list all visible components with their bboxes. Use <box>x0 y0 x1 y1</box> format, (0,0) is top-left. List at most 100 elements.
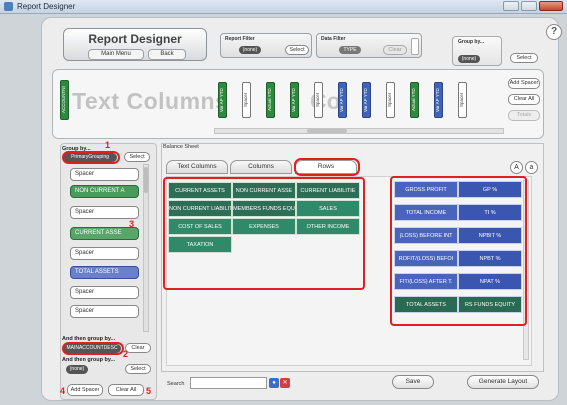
calc-row-cell[interactable]: FIT/(LOSS) AFTER T. <box>394 273 458 290</box>
group-by-top-box: Group by... (none) <box>452 36 502 66</box>
grouping-item[interactable]: TOTAL ASSETS <box>70 266 139 279</box>
text-column-card[interactable]: Spacer <box>242 82 251 118</box>
tab-rows[interactable]: Rows <box>295 160 357 174</box>
report-filter-select-button[interactable]: Select <box>285 45 309 55</box>
row-cell[interactable]: SALES <box>296 200 360 217</box>
then-group-by-1-value: MAINACCOUNTDESC <box>63 344 121 353</box>
clear-search-icon[interactable]: ✕ <box>280 378 290 388</box>
grouping-list-scrollbar[interactable] <box>143 164 149 332</box>
group-by-top-label: Group by... <box>458 39 485 45</box>
calc-row-cell[interactable]: GROSS PROFIT <box>394 181 458 198</box>
text-column-card[interactable]: Spacer <box>314 82 323 118</box>
group-by-select-button[interactable]: Select <box>124 152 150 162</box>
row-cell[interactable]: COST OF SALES <box>168 218 232 235</box>
window-title: Report Designer <box>17 2 76 11</box>
maximize-button[interactable] <box>521 1 537 11</box>
row-cell[interactable]: TAXATION <box>168 236 232 253</box>
main-menu-button[interactable]: Main Menu <box>88 49 144 60</box>
text-column-card[interactable]: Var AP YTD <box>434 82 443 118</box>
then-group-by-1-label: And then group by... <box>62 336 116 342</box>
row-cell[interactable]: OTHER INCOME <box>296 218 360 235</box>
text-column-card[interactable]: Var AP YTD <box>362 82 371 118</box>
row-cell[interactable]: CURRENT ASSETS <box>168 182 232 199</box>
calc-row-cell[interactable]: NPAT % <box>458 273 522 290</box>
row-cell[interactable]: NON CURRENT ASSE <box>232 182 296 199</box>
calc-row-cell[interactable]: NPBT % <box>458 250 522 267</box>
text-column-card[interactable]: Spacer <box>458 82 467 118</box>
window-titlebar: Report Designer <box>0 0 567 14</box>
font-decrease-button[interactable]: a <box>525 161 538 174</box>
group-by-top-select-button[interactable]: Select <box>510 53 538 63</box>
add-spacer-columns-button[interactable]: Add Spacer <box>508 78 540 89</box>
calc-row-cell[interactable]: (LOSS) BEFORE INT <box>394 227 458 244</box>
calc-row-cell[interactable]: ROFIT/(LOSS) BEFOI <box>394 250 458 267</box>
group-by-top-value: (none) <box>458 55 480 63</box>
grouping-item[interactable]: Spacer <box>70 305 139 318</box>
calc-row-cell[interactable]: RS FUNDS EQUITY <box>458 296 522 313</box>
calc-row-cell[interactable]: NPBIT % <box>458 227 522 244</box>
grouping-item[interactable]: Spacer <box>70 168 139 181</box>
data-filter-value: TYPE <box>339 46 361 54</box>
font-increase-button[interactable]: A <box>510 161 523 174</box>
grouping-item[interactable]: NON CURRENT A <box>70 185 139 198</box>
generate-layout-button[interactable]: Generate Layout <box>467 375 539 389</box>
calc-row-cell[interactable]: TOTAL INCOME <box>394 204 458 221</box>
report-designer-header: Report Designer Main Menu Back <box>63 28 207 61</box>
report-filter-value: (none) <box>239 46 261 54</box>
window-controls <box>503 1 563 11</box>
search-icon-group: ● ✕ <box>269 378 290 388</box>
then-group-by-1-clear-button[interactable]: Clear <box>125 343 151 353</box>
then-group-by-2-label: And then group by... <box>62 357 116 363</box>
totals-button[interactable]: Totals <box>508 110 540 121</box>
close-button[interactable] <box>539 1 563 11</box>
grouping-item[interactable]: Spacer <box>70 247 139 260</box>
data-filter-clear-button[interactable]: Clear <box>383 45 407 55</box>
clear-all-rows-button[interactable]: Clear All <box>108 384 144 396</box>
app-icon <box>4 2 13 11</box>
report-filter-label: Report Filter <box>225 36 255 42</box>
text-column-card[interactable]: ACCOUNTNI <box>60 80 69 120</box>
group-by-value: PrimaryGrouping <box>63 153 117 162</box>
text-column-card[interactable]: Var AP YTD <box>218 82 227 118</box>
text-columns-scrollbar[interactable] <box>214 128 504 134</box>
scrollbar-thumb[interactable] <box>307 129 347 133</box>
grouping-item[interactable]: Spacer <box>70 286 139 299</box>
rows-grid-scrollbar[interactable] <box>523 180 529 360</box>
row-cell[interactable]: CURRENT LIABILITIE <box>296 182 360 199</box>
add-spacer-rows-button[interactable]: Add Spacer <box>67 384 103 396</box>
search-input[interactable] <box>190 377 267 389</box>
tab-columns[interactable]: Columns <box>230 160 292 174</box>
group-by-label: Group by... <box>62 146 91 152</box>
annotation-number-4: 4 <box>60 386 66 396</box>
report-filter-box: Report Filter (none) Select <box>220 33 312 58</box>
text-columns-heading: Text Columns <box>72 88 229 114</box>
help-button[interactable]: ? <box>546 24 562 40</box>
search-label: Search <box>167 381 185 387</box>
then-group-by-2-select-button[interactable]: Select <box>125 364 151 374</box>
text-column-card[interactable]: Var AP YTD <box>338 82 347 118</box>
tab-text-columns[interactable]: Text Columns <box>166 160 228 174</box>
row-cell[interactable]: MEMBERS FUNDS EQU <box>232 200 296 217</box>
annotation-number-1: 1 <box>105 140 111 150</box>
text-column-card[interactable]: Var AP YTD <box>290 82 299 118</box>
calc-row-cell[interactable]: TOTAL ASSETS <box>394 296 458 313</box>
text-column-card[interactable]: Actual YTD <box>266 82 275 118</box>
calc-row-cell[interactable]: TI % <box>458 204 522 221</box>
calc-row-cell[interactable]: GP % <box>458 181 522 198</box>
grouping-item[interactable]: Spacer <box>70 206 139 219</box>
minimize-button[interactable] <box>503 1 519 11</box>
data-filter-label: Data Filter <box>321 36 346 42</box>
clear-all-columns-button[interactable]: Clear All <box>508 94 540 105</box>
row-cell[interactable]: EXPENSES <box>232 218 296 235</box>
search-icon[interactable]: ● <box>269 378 279 388</box>
data-filter-dropdown-handle[interactable] <box>411 38 419 55</box>
annotation-number-2: 2 <box>123 349 129 359</box>
data-filter-box: Data Filter TYPE Clear <box>316 33 422 58</box>
text-column-card[interactable]: Spacer <box>386 82 395 118</box>
annotation-number-5: 5 <box>146 386 152 396</box>
save-button[interactable]: Save <box>392 375 434 389</box>
scrollbar-thumb[interactable] <box>144 167 148 193</box>
text-column-card[interactable]: Actual YTD <box>410 82 419 118</box>
row-cell[interactable]: NON CURRENT LIABILIT <box>168 200 232 217</box>
back-button[interactable]: Back <box>148 49 186 60</box>
